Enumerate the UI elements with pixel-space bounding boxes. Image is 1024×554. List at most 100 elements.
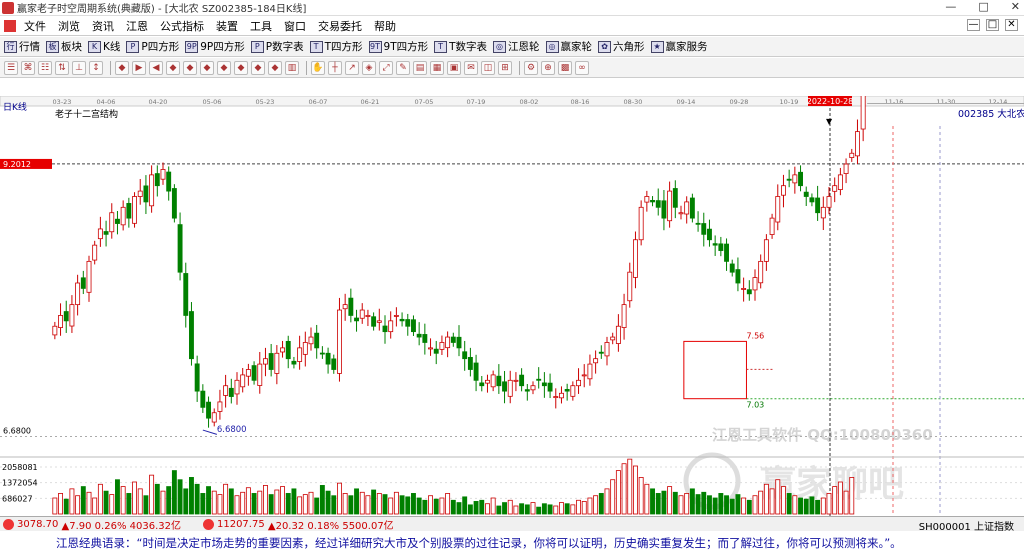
toolbar-gann-wheel-button[interactable]: ◎ 江恩轮 (493, 39, 540, 54)
drawing-tool-button[interactable]: ▦ (430, 60, 444, 75)
volume-bar (223, 483, 229, 515)
drawing-tool-button[interactable]: ◆ (200, 60, 214, 75)
sz-index-price[interactable]: 11207.75 (217, 519, 265, 530)
volume-bar (735, 494, 741, 515)
drawing-tool-button[interactable]: ▥ (285, 60, 299, 75)
drawing-tool-button[interactable]: ◆ (166, 60, 180, 75)
toolbar-p-table-button[interactable]: P P数字表 (250, 39, 304, 54)
drawing-tool-button[interactable]: ⚙ (524, 60, 538, 75)
volume-bar (69, 488, 75, 515)
menu-help[interactable]: 帮助 (368, 18, 402, 34)
menu-news[interactable]: 资讯 (86, 18, 120, 34)
drawing-tool-button[interactable]: ↗ (345, 60, 359, 75)
drawing-tool-button[interactable]: ✋ (311, 60, 325, 75)
toolbar-label: 六角形 (613, 41, 645, 53)
volume-bar (820, 497, 826, 515)
volume-bar (348, 495, 354, 515)
volume-bar (92, 497, 98, 515)
toolbar-hexagon-button[interactable]: ✿ 六角形 (598, 39, 645, 54)
menu-window[interactable]: 窗口 (278, 18, 312, 34)
drawing-tool-button[interactable]: ◆ (251, 60, 265, 75)
candle-body (456, 336, 462, 349)
minimize-button[interactable]: — (945, 0, 956, 13)
candle-body (291, 360, 297, 365)
volume-bar (462, 496, 468, 515)
volume-bar (428, 495, 433, 515)
mdi-minimize-button[interactable]: — (967, 19, 980, 31)
toolbar-service-button[interactable]: ★ 赢家服务 (650, 39, 708, 54)
candle-body (826, 196, 832, 208)
menu-gann[interactable]: 江恩 (120, 18, 154, 34)
menu-device[interactable]: 装置 (210, 18, 244, 34)
toolbar-9t-square-button[interactable]: 9T 9T四方形 (368, 39, 428, 54)
drawing-tool-button[interactable]: ▣ (447, 60, 461, 75)
toolbar-t-table-button[interactable]: T T数字表 (434, 39, 487, 54)
drawing-tool-button[interactable]: ◆ (183, 60, 197, 75)
volume-bar (610, 479, 616, 515)
drawing-tool-button[interactable]: ▶ (132, 60, 146, 75)
volume-bar (724, 495, 729, 515)
volume-bar (826, 493, 832, 515)
volume-bar (541, 503, 547, 515)
date-tick-label: 05-23 (256, 98, 275, 106)
drawing-tool-button[interactable]: ▩ (558, 60, 572, 75)
mdi-close-button[interactable]: ✕ (1005, 19, 1018, 31)
drawing-tool-button[interactable]: ∞ (575, 60, 589, 75)
candle-body (843, 163, 849, 174)
drawing-tool-button[interactable]: ◆ (268, 60, 282, 75)
toolbar-kline-button[interactable]: K K线 (88, 39, 120, 54)
drawing-tool-button[interactable]: ⇅ (55, 60, 69, 75)
candle-body (206, 401, 211, 419)
drawing-tool-button[interactable]: ┼ (328, 60, 342, 75)
drawing-tool-button[interactable]: ✉ (464, 60, 478, 75)
drawing-tool-button[interactable]: ⊥ (72, 60, 86, 75)
volume-bar (707, 495, 712, 515)
drawing-tool-button[interactable]: ☰ (4, 60, 18, 75)
drawing-tool-button[interactable]: ◫ (481, 60, 495, 75)
mdi-restore-button[interactable]: □ (986, 19, 999, 31)
volume-bar (234, 495, 240, 515)
close-button[interactable]: ✕ (1011, 0, 1020, 13)
candle-body (393, 315, 399, 317)
sh-index-price[interactable]: 3078.70 (17, 519, 58, 530)
drawing-tool-button[interactable]: ⌘ (21, 60, 35, 75)
date-tick-label: 11-16 (885, 98, 904, 106)
drawing-tool-button[interactable]: ◀ (149, 60, 163, 75)
drawing-tool-button[interactable]: ◆ (217, 60, 231, 75)
toolbar-label: 行情 (19, 41, 40, 53)
menu-file[interactable]: 文件 (18, 18, 52, 34)
drawing-tool-button[interactable]: ☷ (38, 60, 52, 75)
volume-bar (183, 488, 189, 515)
drawing-tool-button[interactable]: ◆ (115, 60, 129, 75)
toolbar-9p-square-button[interactable]: 9P 9P四方形 (185, 39, 245, 54)
date-tick-label: 08-16 (571, 98, 590, 106)
candle-body (809, 197, 815, 203)
toolbar-sector-button[interactable]: 板板块 (46, 39, 82, 54)
candle-body (650, 199, 655, 203)
candle-body (661, 200, 667, 219)
menu-formula[interactable]: 公式指标 (154, 18, 210, 34)
candle-body (741, 288, 747, 290)
menu-tools[interactable]: 工具 (244, 18, 278, 34)
drawing-tool-button[interactable]: ⤢ (379, 60, 393, 75)
volume-tick-label: 2058081 (2, 463, 38, 472)
menu-trade[interactable]: 交易委托 (312, 18, 368, 34)
volume-bar (650, 488, 655, 515)
drawing-tool-button[interactable]: ✎ (396, 60, 410, 75)
drawing-tool-button[interactable]: ◈ (362, 60, 376, 75)
menu-browse[interactable]: 浏览 (52, 18, 86, 34)
drawing-tool-button[interactable]: ◆ (234, 60, 248, 75)
drawing-tool-button[interactable]: ⊞ (498, 60, 512, 75)
toolbar-p-square-button[interactable]: P P四方形 (126, 39, 179, 54)
drawing-tool-button[interactable]: ▤ (413, 60, 427, 75)
toolbar-t-square-button[interactable]: T T四方形 (309, 39, 363, 54)
maximize-button[interactable]: □ (978, 0, 988, 13)
toolbar-winner-wheel-button[interactable]: ◎ 赢家轮 (545, 39, 592, 54)
candle-body (758, 260, 764, 284)
toolbar-separator (110, 60, 111, 75)
kline-chart[interactable]: 03-23 04-06 04-20 05-06 05-23 06-07 06-21 07-05… (0, 96, 1024, 516)
candle-body (644, 196, 650, 203)
drawing-tool-button[interactable]: ↕ (89, 60, 103, 75)
drawing-tool-button[interactable]: ⊕ (541, 60, 555, 75)
toolbar-quotes-button[interactable]: 行行情 (4, 39, 40, 54)
